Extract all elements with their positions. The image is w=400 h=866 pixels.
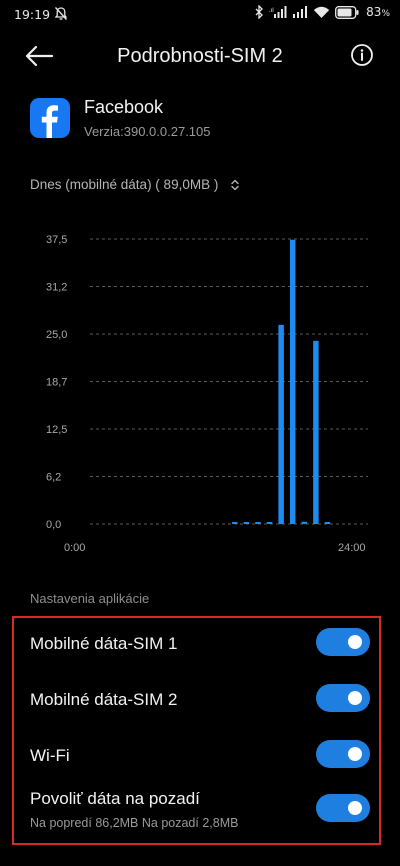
toggle-knob [348,691,362,705]
page-title: Podrobnosti-SIM 2 [117,45,283,67]
usage-bar [313,340,319,524]
usage-bar [278,324,284,524]
status-bar: 19:19 .ıl 83% [0,0,400,30]
signal-sim1-icon: .ıl [269,6,287,18]
facebook-app-icon [30,98,70,138]
y-tick-label: 0,0 [46,519,61,531]
y-tick-label: 37,5 [46,234,67,246]
usage-bar [266,522,273,524]
setting-label: Wi-Fi [30,746,70,765]
mobile-data-sim1-toggle[interactable] [316,628,370,656]
usage-bar [324,522,331,524]
toggle-knob [348,635,362,649]
muted-notifications-icon [54,6,68,24]
usage-bar [255,522,261,524]
chevron-up-down-icon [231,179,240,190]
wifi-toggle[interactable] [316,740,370,768]
status-time: 19:19 [14,7,51,22]
usage-bar [243,522,250,524]
y-tick-label: 12,5 [46,424,67,436]
x-axis-start-label: 0:00 [64,542,85,554]
period-selector[interactable]: Dnes (mobilné dáta) ( 89,0MB ) [30,177,240,192]
usage-bar [289,239,296,524]
y-tick-label: 6,2 [46,472,61,484]
app-version: Verzia:390.0.0.27.105 [84,124,211,139]
svg-text:.ıl: .ıl [269,8,274,14]
usage-bar [301,521,308,524]
data-usage-chart: 37,5 31,2 25,0 18,7 12,5 6,2 0,0 0:00 24:00 [46,234,368,554]
toggle-knob [348,747,362,761]
info-button[interactable] [350,43,374,67]
y-tick-label: 18,7 [46,377,67,389]
bluetooth-icon [255,5,264,19]
period-label: Dnes (mobilné dáta) ( 89,0MB ) [30,177,219,192]
setting-label: Povoliť dáta na pozadí [30,789,200,808]
info-icon [351,44,373,66]
toggle-knob [348,801,362,815]
y-tick-label: 31,2 [46,282,67,294]
signal-sim2-icon [292,6,308,18]
battery-percent: 83% [366,5,390,19]
mobile-data-sim2-toggle[interactable] [316,684,370,712]
background-data-toggle[interactable] [316,794,370,822]
battery-icon [335,5,359,19]
y-tick-label: 25,0 [46,329,67,341]
usage-bar [232,522,238,524]
settings-section-label: Nastavenia aplikácie [30,591,150,606]
setting-sublabel: Na popredí 86,2MB Na pozadí 2,8MB [30,816,239,830]
setting-label: Mobilné dáta-SIM 2 [30,690,178,709]
x-axis-end-label: 24:00 [338,542,366,554]
app-name: Facebook [84,97,164,117]
wifi-icon [313,6,330,19]
setting-label: Mobilné dáta-SIM 1 [30,634,178,653]
header: Podrobnosti-SIM 2 [0,34,400,78]
